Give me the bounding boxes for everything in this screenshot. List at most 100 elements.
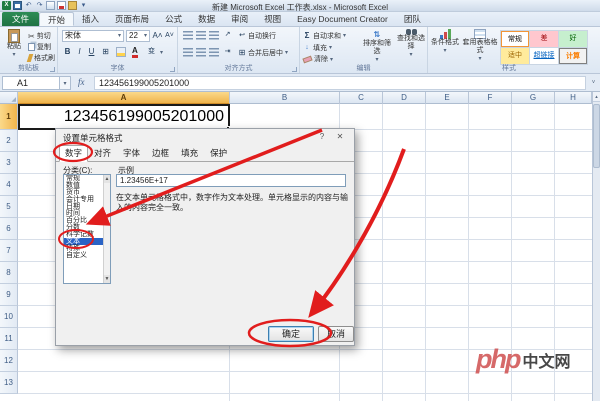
indent-icon[interactable]: ⇥	[222, 46, 233, 57]
format-painter-button[interactable]: 格式刷	[28, 53, 55, 63]
column-header-C[interactable]: C	[340, 92, 383, 104]
fill-button[interactable]: ↓ 填充 ▾	[303, 42, 332, 53]
chevron-down-icon: ▾	[12, 51, 15, 59]
borders-button[interactable]: ⊞	[100, 46, 111, 57]
autosum-button[interactable]: Σ 自动求和 ▾	[303, 30, 346, 41]
align-top-icon[interactable]	[183, 31, 193, 40]
formula-bar-expand-icon[interactable]: ˅	[588, 77, 599, 89]
dialog-launcher-icon[interactable]	[50, 67, 55, 72]
cancel-button[interactable]: 取消	[318, 326, 354, 342]
tab-page-layout[interactable]: 页面布局	[107, 12, 157, 26]
dialog-launcher-icon[interactable]	[170, 67, 175, 72]
cell-style-calculation[interactable]: 计算	[559, 48, 587, 64]
row-header-3[interactable]: 3	[0, 152, 18, 174]
cut-button[interactable]: ✂ 剪切	[28, 31, 51, 41]
fx-icon[interactable]: fx	[78, 77, 85, 87]
column-header-H[interactable]: H	[555, 92, 592, 104]
column-header-D[interactable]: D	[383, 92, 426, 104]
orientation-icon[interactable]: ↗	[222, 29, 233, 40]
align-middle-icon[interactable]	[196, 31, 206, 40]
align-bottom-icon[interactable]	[209, 31, 219, 40]
cell-A1[interactable]: 123456199005201000	[18, 104, 230, 130]
tab-file[interactable]: 文件	[2, 12, 39, 26]
column-header-A[interactable]: A	[18, 92, 230, 104]
dialog-launcher-icon[interactable]	[292, 67, 297, 72]
format-as-table-button[interactable]: 套用表格格式 ▾	[462, 29, 498, 63]
column-header-F[interactable]: F	[469, 92, 512, 104]
format-description: 在文本单元格格式中，数字作为文本处理。单元格显示的内容与输入的内容完全一致。	[116, 193, 350, 213]
conditional-formatting-button[interactable]: 条件格式 ▾	[430, 29, 460, 55]
paste-button[interactable]: 粘贴 ▾	[3, 29, 25, 59]
dialog-tab-font[interactable]: 字体	[117, 145, 146, 162]
ok-button[interactable]: 确定	[268, 326, 314, 342]
copy-icon	[28, 43, 35, 51]
select-all-corner[interactable]: ◢	[0, 92, 18, 104]
row-header-12[interactable]: 12	[0, 350, 18, 372]
row-header-4[interactable]: 4	[0, 174, 18, 196]
column-header-B[interactable]: B	[230, 92, 340, 104]
row-header-8[interactable]: 8	[0, 262, 18, 284]
phonetic-button[interactable]: 变	[146, 46, 157, 57]
scrollbar-thumb[interactable]	[593, 104, 600, 168]
cell-style-bad[interactable]: 差	[530, 31, 558, 47]
fill-color-icon[interactable]	[116, 47, 126, 57]
watermark-cn: 中文网	[522, 348, 570, 372]
help-button[interactable]: ?	[316, 131, 328, 143]
font-name-combo[interactable]: 宋体 ▾	[62, 30, 124, 42]
name-box[interactable]: A1	[2, 76, 60, 90]
tab-view[interactable]: 视图	[256, 12, 289, 26]
dialog-tab-alignment[interactable]: 对齐	[88, 145, 117, 162]
tab-formulas[interactable]: 公式	[157, 12, 190, 26]
row-header-1[interactable]: 1	[0, 104, 18, 130]
tab-data[interactable]: 数据	[190, 12, 223, 26]
dialog-tab-fill[interactable]: 填充	[175, 145, 204, 162]
sort-filter-button[interactable]: ⇅ 排序和筛选 ▾	[360, 29, 394, 64]
shrink-font-button[interactable]: A˅	[164, 30, 175, 41]
formula-input[interactable]: 123456199005201000	[94, 76, 586, 90]
cell-style-normal[interactable]: 常规	[501, 31, 529, 47]
column-header-G[interactable]: G	[512, 92, 555, 104]
cell-style-good[interactable]: 好	[559, 31, 587, 47]
align-right-icon[interactable]	[209, 48, 219, 57]
close-icon[interactable]: ✕	[333, 131, 347, 143]
align-left-icon[interactable]	[183, 48, 193, 57]
tab-easy-document-creator[interactable]: Easy Document Creator	[289, 12, 396, 26]
scroll-down-icon[interactable]: ▼	[104, 275, 110, 283]
dialog-tab-border[interactable]: 边框	[146, 145, 175, 162]
tab-home[interactable]: 开始	[39, 12, 74, 26]
wrap-text-button[interactable]: ↩ 自动换行	[238, 30, 276, 41]
scroll-up-icon[interactable]: ▲	[104, 175, 110, 183]
name-box-dropdown-icon[interactable]: ▾	[60, 76, 71, 90]
category-listbox[interactable]: 常规 数值 货币 会计专用 日期 时间 百分比 分数 科学记数 文本 特殊 自定…	[63, 174, 111, 284]
row-header-9[interactable]: 9	[0, 284, 18, 306]
grow-font-button[interactable]: A˄	[152, 30, 163, 41]
copy-button[interactable]: 复制	[28, 42, 51, 52]
row-header-10[interactable]: 10	[0, 306, 18, 328]
find-select-button[interactable]: 查找和选择 ▾	[396, 29, 426, 59]
bold-button[interactable]: B	[62, 46, 73, 57]
font-size-combo[interactable]: 22 ▾	[126, 30, 150, 42]
cell-style-hyperlink[interactable]: 超链接	[530, 48, 558, 64]
cell-style-neutral[interactable]: 适中	[501, 48, 529, 64]
vertical-scrollbar[interactable]: ▴	[592, 92, 600, 401]
dialog-tab-protection[interactable]: 保护	[204, 145, 233, 162]
tab-insert[interactable]: 插入	[74, 12, 107, 26]
dialog-tab-number[interactable]: 数字	[59, 145, 88, 162]
italic-button[interactable]: I	[74, 46, 85, 57]
tab-review[interactable]: 审阅	[223, 12, 256, 26]
tab-team[interactable]: 团队	[396, 12, 429, 26]
row-header-7[interactable]: 7	[0, 240, 18, 262]
row-header-11[interactable]: 11	[0, 328, 18, 350]
row-header-5[interactable]: 5	[0, 196, 18, 218]
row-header-2[interactable]: 2	[0, 130, 18, 152]
merge-center-button[interactable]: ⊞ 合并后居中 ▾	[238, 47, 288, 58]
row-header-13[interactable]: 13	[0, 372, 18, 394]
listbox-scrollbar[interactable]: ▲ ▼	[103, 175, 110, 283]
scroll-up-icon[interactable]: ▴	[593, 92, 600, 102]
row-header-6[interactable]: 6	[0, 218, 18, 240]
align-center-icon[interactable]	[196, 48, 206, 57]
font-color-icon[interactable]: A	[132, 47, 138, 58]
chevron-down-icon: ▾	[478, 55, 481, 63]
underline-button[interactable]: U	[86, 46, 97, 57]
column-header-E[interactable]: E	[426, 92, 469, 104]
